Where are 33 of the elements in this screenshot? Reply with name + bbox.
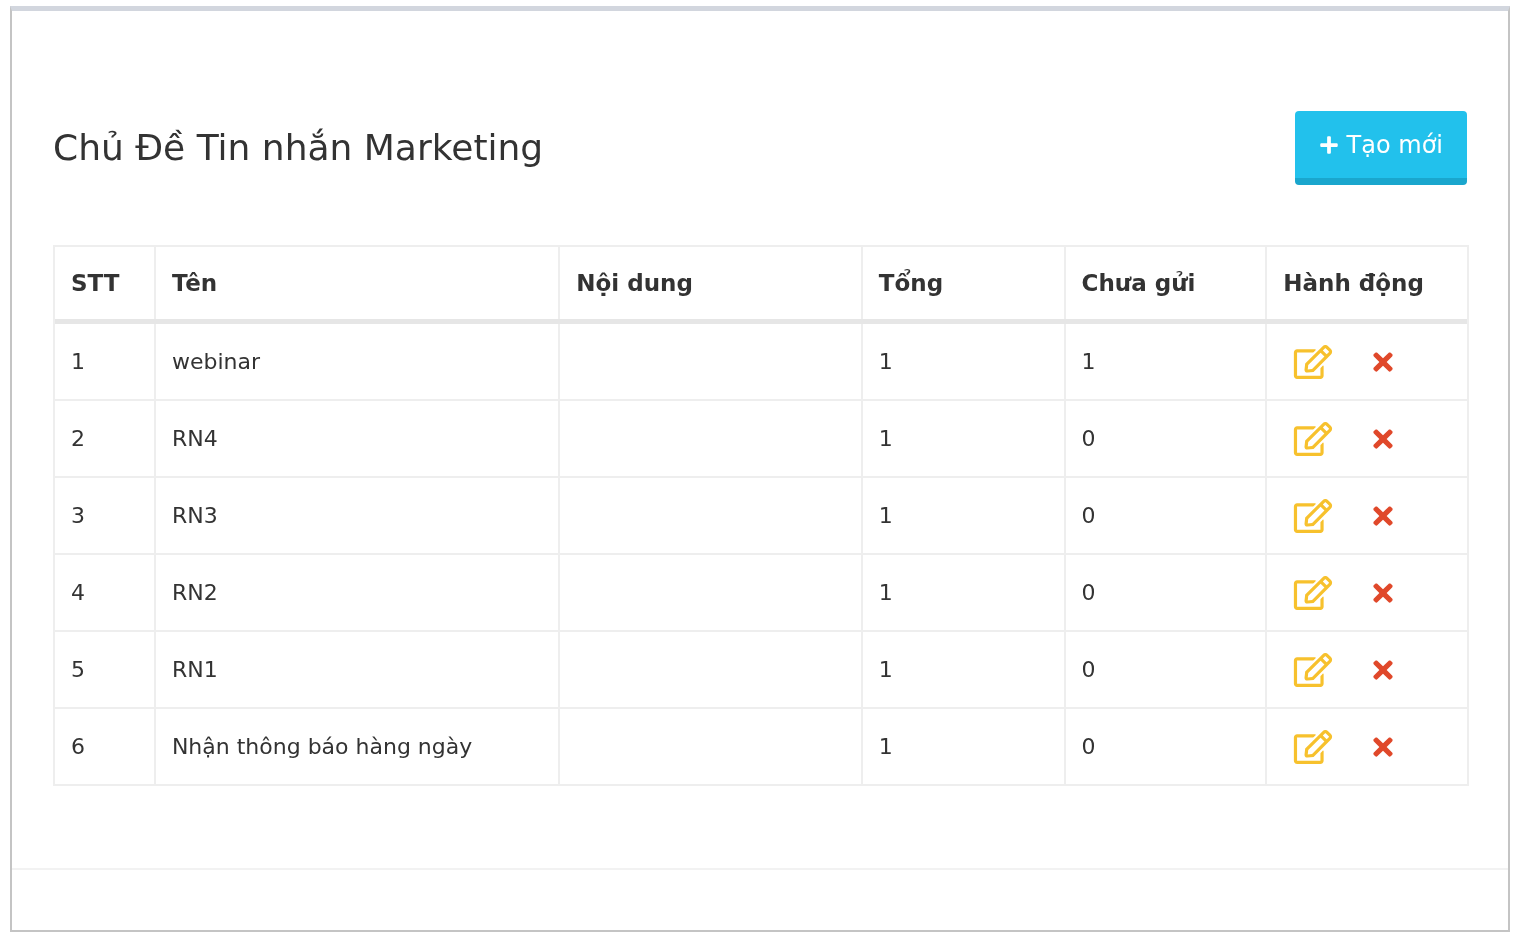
column-header: Nội dung bbox=[560, 247, 863, 319]
table-cell-text: 1 bbox=[878, 656, 893, 684]
table-cell-text: 0 bbox=[1081, 579, 1096, 607]
table-cell-text: 5 bbox=[71, 656, 85, 684]
column-header: Hành động bbox=[1282, 268, 1425, 298]
column-header: Chưa gửi bbox=[1065, 247, 1268, 319]
table-cell-text: RN1 bbox=[171, 656, 218, 684]
table-cell-text: webinar bbox=[171, 348, 260, 376]
table-cell-text: 4 bbox=[71, 579, 85, 607]
table-cell-text: 1 bbox=[878, 579, 893, 607]
table-cell-text: RN2 bbox=[171, 579, 218, 607]
table-cell-text: 0 bbox=[1081, 502, 1096, 530]
table-cell-text: 2 bbox=[71, 425, 85, 453]
table-cell-text: Nhận thông báo hàng ngày bbox=[171, 733, 473, 761]
plus-icon bbox=[1318, 134, 1339, 155]
table-cell-text: 1 bbox=[878, 502, 893, 530]
table-cell-text: RN3 bbox=[171, 502, 218, 530]
table-cell-text: 1 bbox=[878, 425, 893, 453]
create-button[interactable]: Tạo mới bbox=[1294, 111, 1467, 185]
table-cell-text: 1 bbox=[71, 348, 85, 376]
table-cell-text: 0 bbox=[1081, 733, 1096, 761]
table-cell-text: RN4 bbox=[171, 425, 218, 453]
column-header: STT bbox=[55, 247, 156, 319]
table-cell-text: 3 bbox=[71, 502, 85, 530]
table-cell-text: 1 bbox=[878, 348, 893, 376]
column-header: Tên bbox=[155, 247, 561, 319]
table-cell-text: 0 bbox=[1081, 656, 1096, 684]
table-cell-text: 1 bbox=[878, 733, 893, 761]
table-cell-text: 6 bbox=[71, 733, 85, 761]
table-cell-text: 1 bbox=[1081, 348, 1096, 376]
table-cell-text: 0 bbox=[1081, 425, 1096, 453]
column-header: Tổng bbox=[862, 247, 1066, 319]
page-title: Chủ Đề Tin nhắn Marketing bbox=[53, 126, 544, 170]
